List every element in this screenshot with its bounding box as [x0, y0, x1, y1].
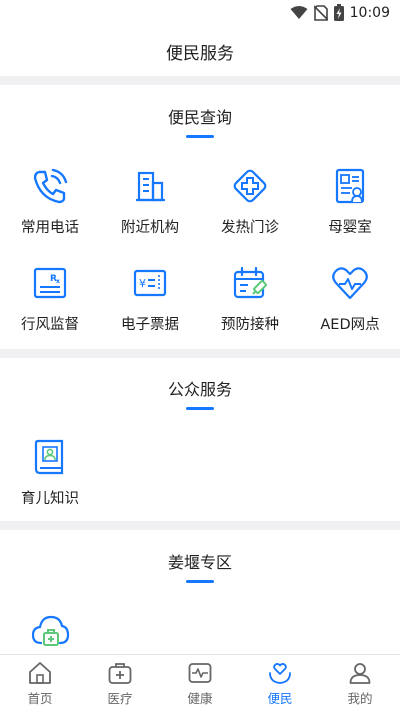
wifi-icon: [290, 5, 308, 19]
status-time: 10:09: [349, 4, 390, 21]
section-title: 公众服务: [167, 380, 232, 399]
phone-icon: [33, 168, 68, 204]
svg-text:¥: ¥: [139, 277, 146, 290]
page-header: 便民服务: [0, 26, 400, 76]
parenting-book-icon: [34, 439, 64, 475]
section-divider: [0, 521, 400, 530]
status-bar: 10:09: [0, 0, 400, 26]
section-underline: [186, 135, 214, 138]
service-conduct-supervision[interactable]: R x 行风监督: [0, 263, 100, 334]
user-icon: [349, 663, 371, 684]
section-header-query: 便民查询: [0, 104, 400, 138]
service-e-ticket[interactable]: ¥ 电子票据: [100, 263, 200, 334]
home-icon: [29, 662, 51, 684]
section-underline: [186, 407, 214, 410]
section-header-jiangyan: 姜堰专区: [0, 549, 400, 583]
pulse-monitor-icon: [188, 663, 212, 683]
bottom-tab-bar: 首页 医疗 健康 便民 我的: [0, 654, 400, 710]
service-label: 育儿知识: [21, 491, 79, 507]
prescription-icon: R x: [33, 267, 67, 299]
medical-cross-icon: [233, 169, 267, 203]
service-fever-clinic[interactable]: 发热门诊: [200, 166, 300, 237]
section-divider: [0, 76, 400, 85]
service-parenting-knowledge[interactable]: 育儿知识: [0, 437, 100, 508]
medkit-icon: [108, 663, 132, 684]
no-sim-icon: [313, 4, 328, 21]
section-title: 姜堰专区: [167, 553, 232, 572]
service-nursery-room[interactable]: 母婴室: [300, 166, 400, 237]
tab-label: 首页: [27, 691, 53, 706]
service-aed-points[interactable]: AED网点: [300, 263, 400, 334]
e-ticket-icon: ¥: [133, 269, 167, 297]
tab-convenience[interactable]: 便民: [240, 655, 320, 710]
section-header-public: 公众服务: [0, 376, 400, 410]
tab-medical[interactable]: 医疗: [80, 655, 160, 710]
service-jiangyan-cloud[interactable]: [0, 609, 100, 649]
svg-text:x: x: [56, 278, 60, 285]
tab-home[interactable]: 首页: [0, 655, 80, 710]
tab-label: 健康: [187, 691, 213, 706]
service-label: 母婴室: [328, 220, 372, 236]
heart-hands-icon: [269, 663, 291, 684]
cloud-medkit-icon: [31, 615, 70, 646]
service-label: 发热门诊: [221, 220, 279, 236]
service-label: 电子票据: [121, 317, 179, 333]
service-label: 附近机构: [121, 220, 179, 236]
section-divider: [0, 349, 400, 358]
tab-label: 我的: [347, 691, 373, 706]
service-label: AED网点: [320, 317, 380, 333]
tab-label: 医疗: [107, 691, 133, 706]
battery-charging-icon: [333, 4, 344, 21]
status-icons: 10:09: [290, 4, 390, 21]
service-label: 常用电话: [21, 220, 79, 236]
section-title: 便民查询: [167, 108, 232, 127]
service-common-phone[interactable]: 常用电话: [0, 166, 100, 237]
tab-health[interactable]: 健康: [160, 655, 240, 710]
service-label: 行风监督: [21, 317, 79, 333]
tab-mine[interactable]: 我的: [320, 655, 400, 710]
nursery-card-icon: [335, 168, 365, 204]
service-label: 预防接种: [221, 317, 279, 333]
service-nearby-institutions[interactable]: 附近机构: [100, 166, 200, 237]
page-title: 便民服务: [166, 43, 234, 64]
heart-pulse-icon: [332, 267, 368, 300]
tab-label: 便民: [267, 691, 293, 706]
building-icon: [136, 171, 165, 202]
section-underline: [186, 580, 214, 583]
vaccine-calendar-icon: [233, 266, 267, 299]
service-vaccination[interactable]: 预防接种: [200, 263, 300, 334]
